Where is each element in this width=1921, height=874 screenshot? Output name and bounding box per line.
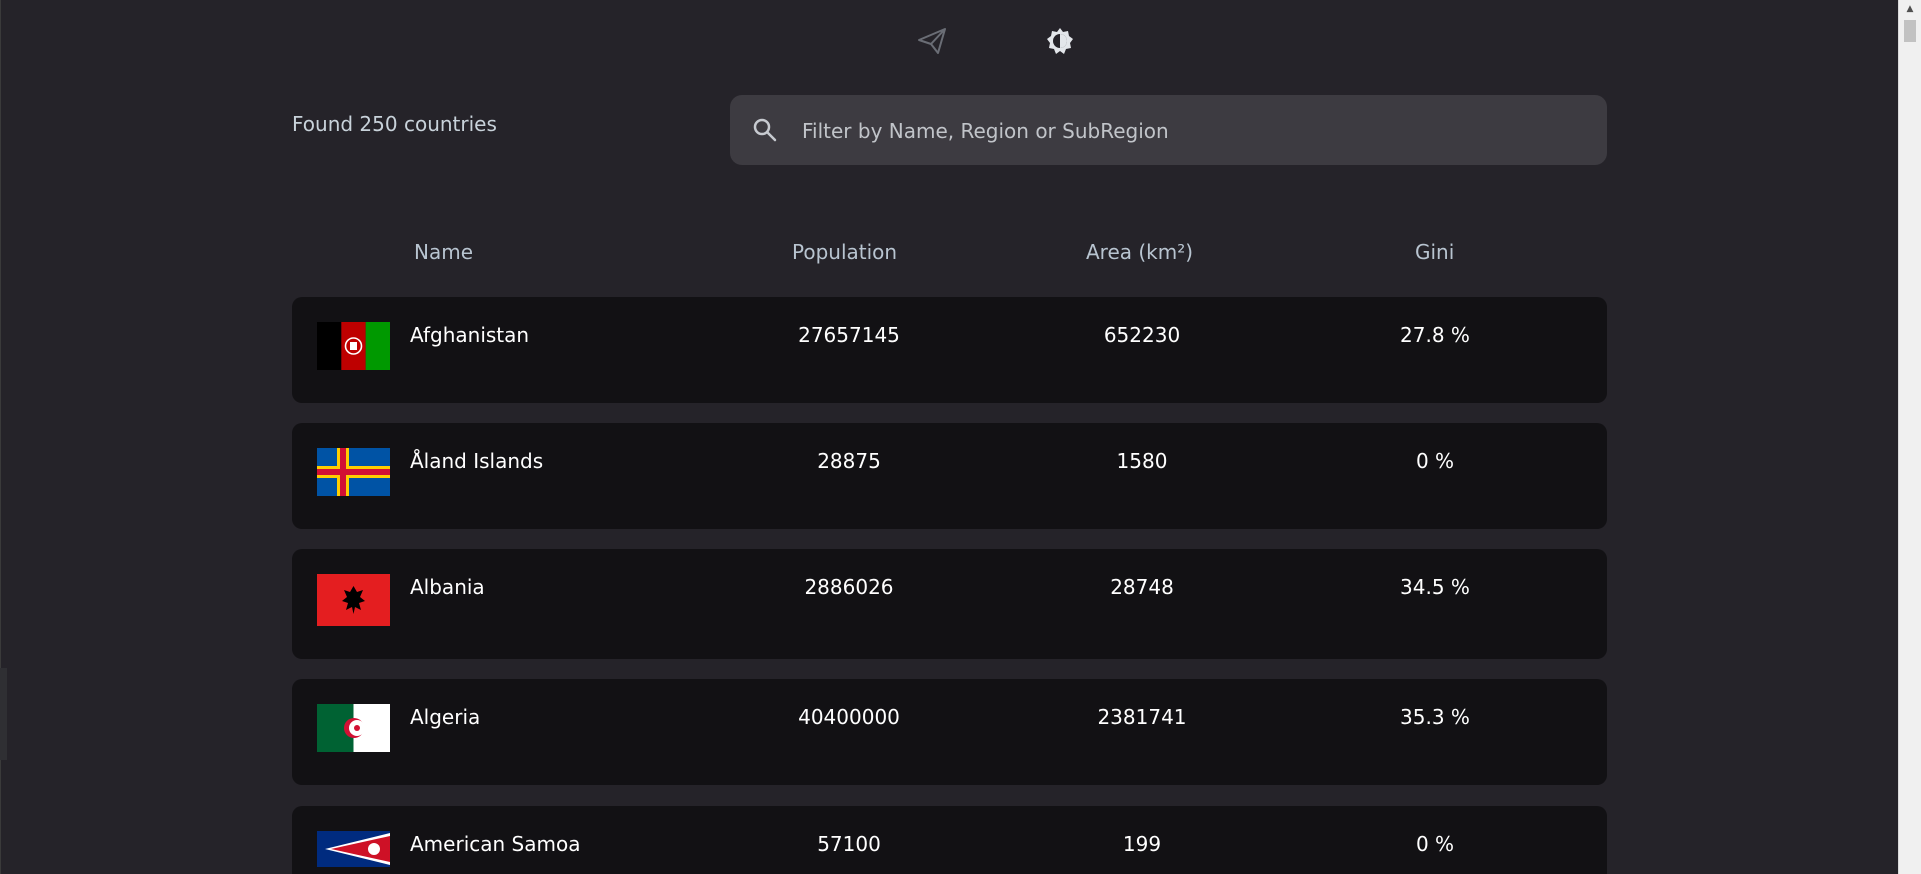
gini-cell: 0 % — [1415, 832, 1455, 856]
countries-count: Found 250 countries — [292, 112, 497, 136]
area-cell: 1580 — [1116, 449, 1168, 473]
table-row[interactable]: Albania 2886026 28748 34.5 % — [292, 549, 1607, 659]
country-name[interactable]: Afghanistan — [410, 323, 529, 347]
population-cell: 27657145 — [798, 323, 900, 347]
vertical-scrollbar[interactable]: ▲ — [1898, 0, 1921, 874]
table-row[interactable]: Afghanistan 27657145 652230 27.8 % — [292, 297, 1607, 403]
albania-flag — [317, 574, 390, 626]
scroll-up-arrow-icon[interactable]: ▲ — [1899, 0, 1921, 18]
table-row[interactable]: American Samoa 57100 199 0 % — [292, 806, 1607, 874]
afghanistan-flag — [317, 322, 390, 370]
theme-contrast-icon[interactable] — [1043, 24, 1077, 58]
area-cell: 652230 — [1103, 323, 1181, 347]
window-edge-tab — [0, 668, 7, 760]
area-cell: 28748 — [1110, 575, 1174, 599]
american-samoa-flag — [317, 831, 390, 867]
country-name[interactable]: American Samoa — [410, 832, 580, 856]
population-cell: 40400000 — [798, 705, 900, 729]
country-name[interactable]: Albania — [410, 575, 485, 599]
send-icon[interactable] — [915, 24, 949, 58]
gini-cell: 35.3 % — [1400, 705, 1470, 729]
top-bar — [0, 0, 1899, 80]
scroll-thumb[interactable] — [1904, 20, 1916, 42]
country-name[interactable]: Algeria — [410, 705, 480, 729]
table-row[interactable]: Algeria 40400000 2381741 35.3 % — [292, 679, 1607, 785]
aland-islands-flag — [317, 448, 390, 496]
column-gini-header[interactable]: Gini — [1415, 240, 1454, 264]
table-row[interactable]: Åland Islands 28875 1580 0 % — [292, 423, 1607, 529]
search-icon — [752, 117, 778, 143]
gini-cell: 27.8 % — [1400, 323, 1470, 347]
algeria-flag — [317, 704, 390, 752]
population-cell: 28875 — [817, 449, 881, 473]
gini-cell: 34.5 % — [1400, 575, 1470, 599]
search-bar[interactable] — [730, 95, 1607, 167]
column-population-header[interactable]: Population — [792, 240, 897, 264]
column-area-header[interactable]: Area (km²) — [1086, 240, 1193, 264]
area-cell: 199 — [1122, 832, 1162, 856]
column-name-header[interactable]: Name — [414, 240, 473, 264]
population-cell: 2886026 — [804, 575, 894, 599]
population-cell: 57100 — [817, 832, 881, 856]
search-input[interactable] — [800, 95, 1584, 167]
area-cell: 2381741 — [1097, 705, 1187, 729]
table-header: Name Population Area (km²) Gini — [292, 240, 1607, 272]
country-name[interactable]: Åland Islands — [410, 449, 543, 473]
gini-cell: 0 % — [1415, 449, 1455, 473]
